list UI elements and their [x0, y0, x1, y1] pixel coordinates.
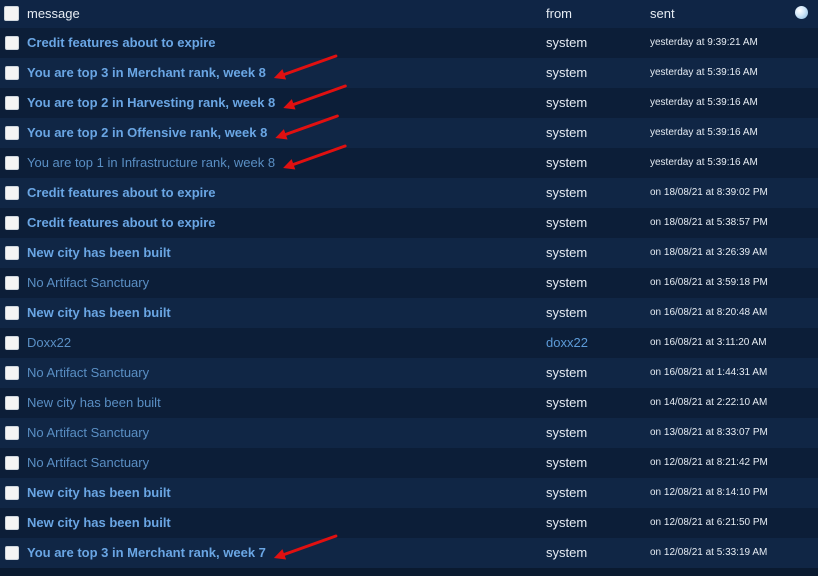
- message-sender: system: [546, 125, 588, 140]
- message-subject-link[interactable]: No Artifact Sanctuary: [27, 268, 149, 298]
- message-sender: system: [546, 215, 588, 230]
- message-timestamp: yesterday at 5:39:16 AM: [650, 157, 758, 168]
- table-row[interactable]: You are top 2 in Offensive rank, week 8 s…: [0, 118, 818, 148]
- message-list: Credit features about to expire system yes…: [0, 28, 818, 568]
- message-subject-link[interactable]: New city has been built: [27, 478, 171, 508]
- message-timestamp: on 16/08/21 at 3:59:18 PM: [650, 277, 768, 288]
- message-sender: system: [546, 365, 588, 380]
- row-checkbox[interactable]: [5, 486, 19, 500]
- table-row[interactable]: You are top 2 in Harvesting rank, week 8…: [0, 88, 818, 118]
- message-sender: system: [546, 245, 588, 260]
- message-sender: system: [546, 155, 588, 170]
- message-timestamp: on 14/08/21 at 2:22:10 AM: [650, 397, 768, 408]
- message-column-header[interactable]: message: [27, 0, 80, 28]
- table-row[interactable]: Credit features about to expire system yes…: [0, 28, 818, 58]
- table-row[interactable]: No Artifact Sanctuary system on 12/08/21 a…: [0, 448, 818, 478]
- message-sender: system: [546, 455, 588, 470]
- message-timestamp: yesterday at 5:39:16 AM: [650, 127, 758, 138]
- select-all-checkbox[interactable]: [4, 6, 19, 21]
- table-row[interactable]: Credit features about to expire system on …: [0, 178, 818, 208]
- message-timestamp: yesterday at 5:39:16 AM: [650, 67, 758, 78]
- message-subject-link[interactable]: New city has been built: [27, 388, 161, 418]
- table-row[interactable]: Doxx22 doxx22 on 16/08/21 at 3:11:20 AM: [0, 328, 818, 358]
- message-sender: system: [546, 425, 588, 440]
- message-timestamp: on 12/08/21 at 5:33:19 AM: [650, 547, 768, 558]
- table-row[interactable]: New city has been built system on 18/08/21…: [0, 238, 818, 268]
- row-checkbox[interactable]: [5, 336, 19, 350]
- message-sender: system: [546, 485, 588, 500]
- message-sender: system: [546, 35, 588, 50]
- message-sender: system: [546, 185, 588, 200]
- message-subject-link[interactable]: You are top 2 in Harvesting rank, week 8: [27, 88, 275, 118]
- row-checkbox[interactable]: [5, 96, 19, 110]
- message-sender: system: [546, 95, 588, 110]
- table-row[interactable]: You are top 1 in Infrastructure rank, we…: [0, 148, 818, 178]
- row-checkbox[interactable]: [5, 456, 19, 470]
- message-timestamp: on 16/08/21 at 3:11:20 AM: [650, 337, 767, 348]
- message-timestamp: on 12/08/21 at 8:21:42 PM: [650, 457, 768, 468]
- table-row[interactable]: New city has been built system on 14/08/21…: [0, 388, 818, 418]
- table-row[interactable]: No Artifact Sanctuary system on 13/08/21 a…: [0, 418, 818, 448]
- message-subject-link[interactable]: New city has been built: [27, 508, 171, 538]
- message-timestamp: on 12/08/21 at 6:21:50 PM: [650, 517, 768, 528]
- message-timestamp: on 18/08/21 at 5:38:57 PM: [650, 217, 768, 228]
- message-subject-link[interactable]: Doxx22: [27, 328, 71, 358]
- message-sender: system: [546, 305, 588, 320]
- message-timestamp: on 13/08/21 at 8:33:07 PM: [650, 427, 768, 438]
- table-row[interactable]: New city has been built system on 12/08/21…: [0, 508, 818, 538]
- message-timestamp: on 18/08/21 at 8:39:02 PM: [650, 187, 768, 198]
- message-subject-link[interactable]: You are top 2 in Offensive rank, week 8: [27, 118, 267, 148]
- table-header: message from sent: [0, 0, 818, 28]
- message-sender: system: [546, 545, 588, 560]
- row-checkbox[interactable]: [5, 516, 19, 530]
- row-checkbox[interactable]: [5, 426, 19, 440]
- message-timestamp: on 12/08/21 at 8:14:10 PM: [650, 487, 768, 498]
- message-subject-link[interactable]: New city has been built: [27, 298, 171, 328]
- message-subject-link[interactable]: Credit features about to expire: [27, 178, 216, 208]
- message-subject-link[interactable]: New city has been built: [27, 238, 171, 268]
- message-subject-link[interactable]: Credit features about to expire: [27, 208, 216, 238]
- row-checkbox[interactable]: [5, 66, 19, 80]
- message-sender: system: [546, 275, 588, 290]
- message-subject-link[interactable]: Credit features about to expire: [27, 28, 216, 58]
- row-checkbox[interactable]: [5, 546, 19, 560]
- message-subject-link[interactable]: No Artifact Sanctuary: [27, 448, 149, 478]
- refresh-icon[interactable]: [795, 6, 808, 19]
- message-timestamp: on 16/08/21 at 1:44:31 AM: [650, 367, 768, 378]
- row-checkbox[interactable]: [5, 36, 19, 50]
- message-timestamp: on 18/08/21 at 3:26:39 AM: [650, 247, 768, 258]
- row-checkbox[interactable]: [5, 186, 19, 200]
- table-row[interactable]: New city has been built system on 16/08/21…: [0, 298, 818, 328]
- message-subject-link[interactable]: No Artifact Sanctuary: [27, 358, 149, 388]
- row-checkbox[interactable]: [5, 216, 19, 230]
- row-checkbox[interactable]: [5, 366, 19, 380]
- table-row[interactable]: You are top 3 in Merchant rank, week 8 sy…: [0, 58, 818, 88]
- row-checkbox[interactable]: [5, 276, 19, 290]
- sent-column-header[interactable]: sent: [650, 0, 675, 28]
- row-checkbox[interactable]: [5, 396, 19, 410]
- table-row[interactable]: No Artifact Sanctuary system on 16/08/21 a…: [0, 358, 818, 388]
- message-subject-link[interactable]: You are top 3 in Merchant rank, week 7: [27, 538, 266, 568]
- table-row[interactable]: You are top 3 in Merchant rank, week 7 sy…: [0, 538, 818, 568]
- row-checkbox[interactable]: [5, 306, 19, 320]
- message-subject-link[interactable]: No Artifact Sanctuary: [27, 418, 149, 448]
- message-table: message from sent Credit features about …: [0, 0, 818, 568]
- message-timestamp: yesterday at 9:39:21 AM: [650, 37, 758, 48]
- table-row[interactable]: New city has been built system on 12/08/21…: [0, 478, 818, 508]
- row-checkbox[interactable]: [5, 126, 19, 140]
- message-timestamp: on 16/08/21 at 8:20:48 AM: [650, 307, 768, 318]
- message-timestamp: yesterday at 5:39:16 AM: [650, 97, 758, 108]
- from-column-header[interactable]: from: [546, 0, 572, 28]
- message-sender: system: [546, 395, 588, 410]
- message-sender[interactable]: doxx22: [546, 328, 588, 358]
- row-checkbox[interactable]: [5, 246, 19, 260]
- row-checkbox[interactable]: [5, 156, 19, 170]
- message-sender: system: [546, 515, 588, 530]
- message-sender: system: [546, 65, 588, 80]
- message-subject-link[interactable]: You are top 1 in Infrastructure rank, we…: [27, 148, 275, 178]
- table-row[interactable]: No Artifact Sanctuary system on 16/08/21 a…: [0, 268, 818, 298]
- message-subject-link[interactable]: You are top 3 in Merchant rank, week 8: [27, 58, 266, 88]
- table-row[interactable]: Credit features about to expire system on …: [0, 208, 818, 238]
